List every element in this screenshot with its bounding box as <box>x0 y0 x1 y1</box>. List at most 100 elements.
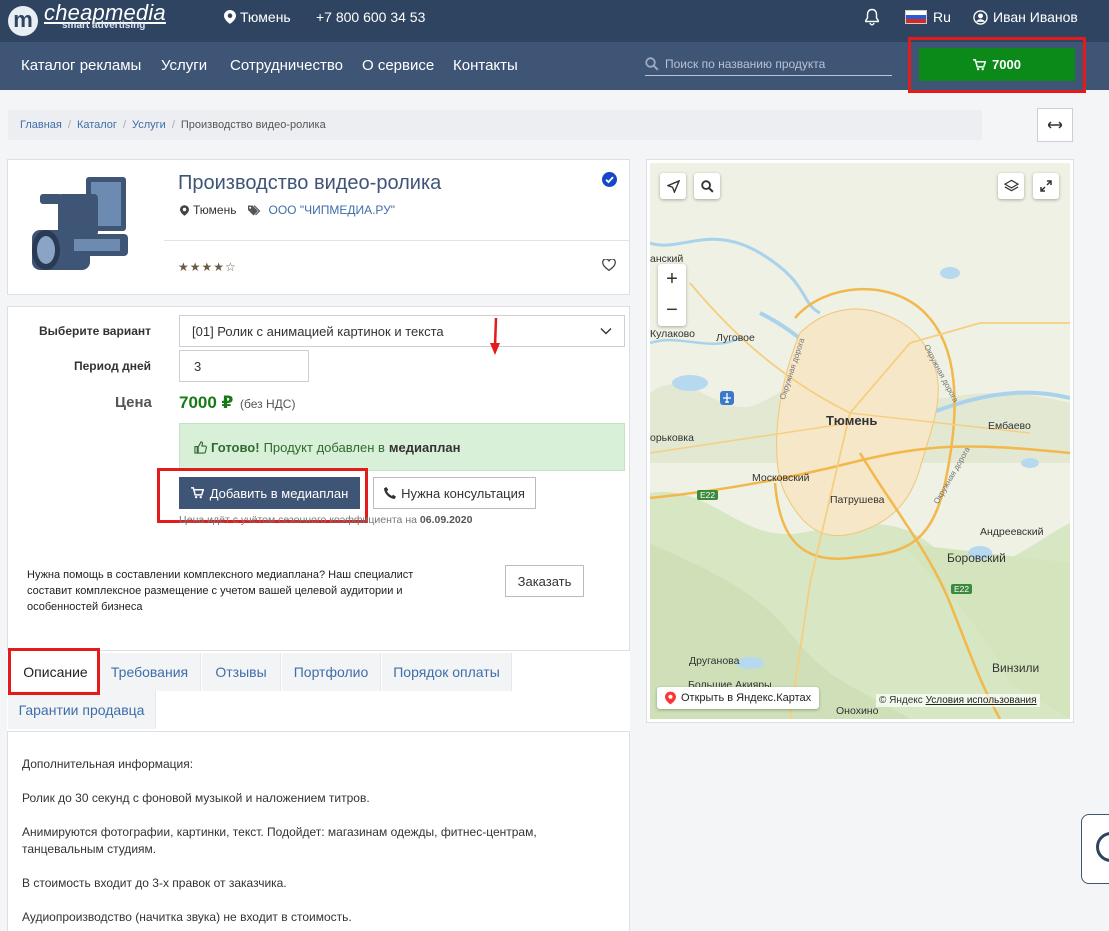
rating-stars: ★★★★☆ <box>178 260 237 274</box>
product-header-card: Производство видео-ролика Тюмень ООО "ЧИ… <box>7 159 630 295</box>
map-terms-link[interactable]: Условия использования <box>926 695 1037 706</box>
user-menu[interactable]: Иван Иванов <box>973 9 1078 25</box>
nav-cooperation[interactable]: Сотрудничество <box>230 57 343 74</box>
map-label: Луговое <box>716 332 755 344</box>
airport-icon <box>720 391 734 405</box>
description-paragraph: В стоимость входит до 3-х правок от зака… <box>22 876 287 890</box>
user-name: Иван Иванов <box>993 9 1078 25</box>
map-road-badge: E22 <box>697 490 719 500</box>
tags-icon <box>248 204 261 215</box>
zoom-in-button[interactable]: + <box>658 264 686 295</box>
product-city: Тюмень <box>193 203 237 217</box>
nav-services[interactable]: Услуги <box>161 57 207 74</box>
map-label: Московский <box>752 472 810 484</box>
description-paragraph: Аудиопроизводство (начитка звука) не вхо… <box>22 910 352 924</box>
russia-flag-icon <box>905 10 927 24</box>
price-label: Цена <box>115 394 152 411</box>
geolocation-button[interactable] <box>660 173 686 199</box>
variant-select[interactable]: [01] Ролик с анимацией картинок и текста <box>179 315 625 347</box>
tab-highlight-frame <box>8 648 100 695</box>
chat-widget[interactable] <box>1081 814 1109 884</box>
top-bar: m cheapmedia smart advertising Тюмень +7… <box>0 0 1109 42</box>
map-search-button[interactable] <box>694 173 720 199</box>
company-link[interactable]: ООО "ЧИПМЕДИА.РУ" <box>268 203 395 217</box>
ready-target: медиаплан <box>388 439 461 455</box>
shopping-cart-icon <box>973 58 987 70</box>
map-label: Кулаково <box>650 328 695 340</box>
seasonal-note: Цена идёт с учётом сезонного коэффициент… <box>179 514 472 526</box>
tab-portfolio[interactable]: Портфолио <box>282 653 381 691</box>
zoom-control: + − <box>658 264 686 326</box>
favorite-heart-icon[interactable] <box>602 258 616 274</box>
tab-guarantees[interactable]: Гарантии продавца <box>8 691 156 729</box>
nav-contacts[interactable]: Контакты <box>453 57 518 74</box>
logo-subtitle: smart advertising <box>62 20 146 31</box>
product-title: Производство видео-ролика <box>178 172 442 194</box>
product-search <box>645 52 892 76</box>
seasonal-note-date: 06.09.2020 <box>419 514 473 526</box>
navigation-arrow-icon <box>666 179 680 193</box>
yandex-map[interactable]: анский Кулаково Луговое Тюмень Ембаево о… <box>650 163 1070 719</box>
search-icon <box>645 56 659 71</box>
search-input[interactable] <box>665 56 880 71</box>
breadcrumb-separator: / <box>171 119 175 131</box>
map-road-badge: E22 <box>951 584 973 594</box>
map-label: Винзили <box>992 661 1040 675</box>
product-meta: Тюмень ООО "ЧИПМЕДИА.РУ" <box>180 203 395 217</box>
city-label: Тюмень <box>240 9 291 25</box>
breadcrumb-home[interactable]: Главная <box>20 119 62 131</box>
language-label: Ru <box>933 9 951 25</box>
layers-icon <box>1003 179 1019 192</box>
variant-select-value: [01] Ролик с анимацией картинок и текста <box>192 323 444 339</box>
map-pin-icon <box>180 204 189 216</box>
phone-icon <box>384 487 397 499</box>
user-icon <box>973 9 988 25</box>
tab-reviews[interactable]: Отзывы <box>202 653 281 691</box>
map-background <box>650 163 1070 719</box>
open-in-yandex-maps-link[interactable]: Открыть в Яндекс.Картах <box>657 687 820 709</box>
divider <box>164 240 630 241</box>
map-label: Онохино <box>836 705 879 717</box>
chevron-down-icon <box>600 328 612 335</box>
description-paragraph: Дополнительная информация: <box>22 757 194 771</box>
breadcrumb-services[interactable]: Услуги <box>132 119 166 131</box>
breadcrumb-separator: / <box>67 119 71 131</box>
map-label: Боровский <box>947 551 1006 565</box>
zoom-out-button[interactable]: − <box>658 295 686 326</box>
variant-label: Выберите вариант <box>39 324 151 338</box>
description-panel: Дополнительная информация: Ролик до 30 с… <box>7 731 630 931</box>
logo-icon[interactable]: m <box>8 6 38 36</box>
period-select-value: 3 <box>194 358 202 374</box>
description-paragraph: Ролик до 30 секунд с фоновой музыкой и н… <box>22 791 370 805</box>
period-select[interactable]: 3 <box>179 350 309 382</box>
map-label: Андреевский <box>980 526 1044 538</box>
price-value: 7000 ₽ <box>179 393 234 412</box>
map-label: Друганова <box>689 655 740 667</box>
phone-number[interactable]: +7 800 600 34 53 <box>316 9 425 25</box>
layers-button[interactable] <box>998 173 1024 199</box>
map-label: Патрушева <box>830 494 885 506</box>
nav-catalog[interactable]: Каталог рекламы <box>21 57 141 74</box>
order-button[interactable]: Заказать <box>505 565 584 597</box>
seasonal-note-text: Цена идёт с учётом сезонного коэффициент… <box>179 514 417 526</box>
tab-payment[interactable]: Порядок оплаты <box>382 653 512 691</box>
expand-width-button[interactable] <box>1037 108 1073 142</box>
notifications-bell-icon[interactable] <box>864 8 880 29</box>
map-copyright: © Яндекс Условия использования <box>876 694 1040 707</box>
arrows-horizontal-icon <box>1048 121 1062 129</box>
breadcrumb-separator: / <box>122 119 126 131</box>
breadcrumb-catalog[interactable]: Каталог <box>77 119 117 131</box>
help-text: Нужна помощь в составлении комплексного … <box>27 569 414 613</box>
language-selector[interactable]: Ru <box>905 9 951 25</box>
consultation-button[interactable]: Нужна консультация <box>373 477 536 509</box>
tab-requirements[interactable]: Требования <box>99 653 201 691</box>
cart-button[interactable]: 7000 <box>919 48 1075 81</box>
video-camera-icon <box>28 172 138 280</box>
open-in-yandex-maps-label: Открыть в Яндекс.Картах <box>681 692 812 704</box>
map-pin-icon <box>224 10 236 24</box>
map-label: орьковка <box>650 432 694 444</box>
city-selector[interactable]: Тюмень <box>224 9 291 25</box>
breadcrumb-current: Производство видео-ролика <box>180 119 326 131</box>
fullscreen-button[interactable] <box>1033 173 1059 199</box>
nav-about[interactable]: О сервисе <box>362 57 434 74</box>
